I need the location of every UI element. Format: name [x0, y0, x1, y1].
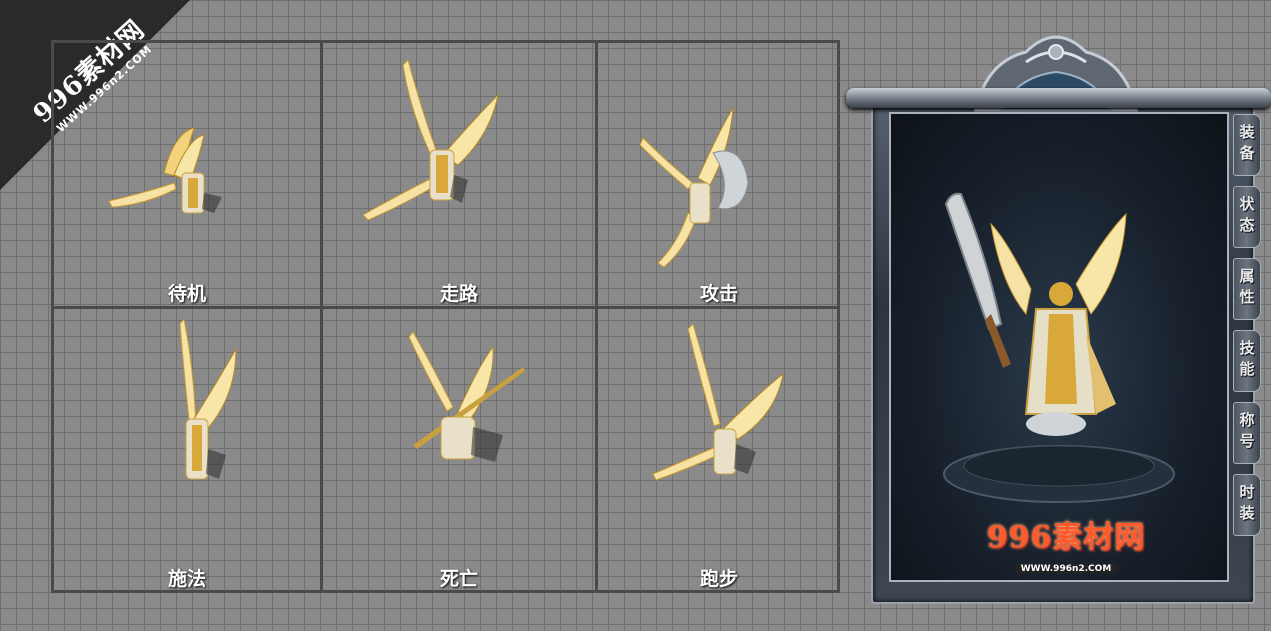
walk-sprite — [362, 59, 499, 221]
tab-status[interactable]: 状态 — [1233, 186, 1261, 248]
tab-skills[interactable]: 技能 — [1233, 330, 1261, 392]
anim-cell-idle[interactable]: 待机 — [54, 43, 320, 306]
brand-logo: 996素材网 WWW.996n2.COM — [966, 512, 1166, 574]
character-panel: 装备 状态 属性 技能 称号 时装 996素材网 WWW.996n2.COM — [846, 22, 1271, 604]
anim-label: 死亡 — [439, 568, 478, 590]
death-sprite — [408, 331, 525, 462]
tab-attributes[interactable]: 属性 — [1233, 258, 1261, 320]
character-model — [943, 192, 1175, 503]
cast-sprite — [179, 319, 237, 480]
panel-tabs: 装备 状态 属性 技能 称号 时装 — [1233, 114, 1263, 546]
anim-cell-attack[interactable]: 攻击 — [598, 43, 840, 306]
animation-grid: 待机 走路 攻击 施法 死亡 跑步 — [51, 40, 840, 593]
anim-label: 攻击 — [699, 283, 738, 305]
anim-cell-death[interactable]: 死亡 — [323, 309, 595, 593]
anim-label: 跑步 — [699, 568, 738, 590]
anim-cell-run[interactable]: 跑步 — [598, 309, 840, 593]
logo-brand: 996素材网 — [986, 520, 1146, 555]
anim-label: 走路 — [439, 283, 478, 305]
attack-sprite — [639, 107, 749, 268]
panel-top-bar — [846, 88, 1271, 108]
anim-label: 施法 — [167, 568, 206, 590]
anim-cell-cast[interactable]: 施法 — [54, 309, 320, 593]
run-sprite — [652, 324, 784, 481]
anim-label: 待机 — [167, 283, 206, 305]
tab-titles[interactable]: 称号 — [1233, 402, 1261, 464]
anim-cell-walk[interactable]: 走路 — [323, 43, 595, 306]
tab-fashion[interactable]: 时装 — [1233, 474, 1261, 536]
idle-sprite — [108, 127, 222, 214]
tab-equipment[interactable]: 装备 — [1233, 114, 1261, 176]
logo-url: WWW.996n2.COM — [1014, 564, 1118, 574]
